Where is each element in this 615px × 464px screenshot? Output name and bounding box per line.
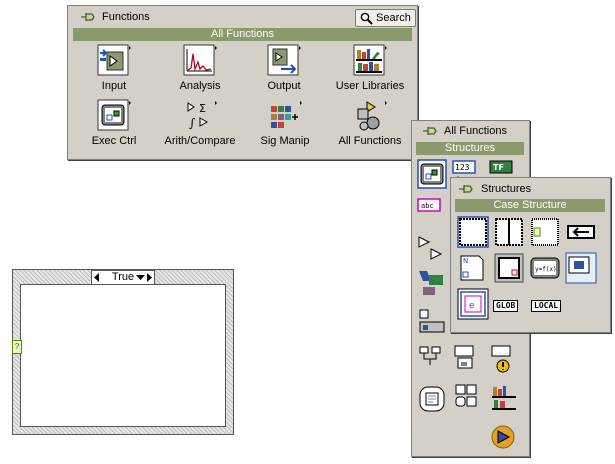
formula-node-label: y=f(x) bbox=[535, 266, 557, 273]
error-icon[interactable] bbox=[489, 343, 521, 375]
case-selector-terminal[interactable]: ? bbox=[12, 340, 22, 354]
thumbtack-icon[interactable] bbox=[458, 183, 474, 195]
while-loop-icon[interactable] bbox=[493, 252, 525, 284]
input-category[interactable]: Input bbox=[90, 44, 138, 92]
output-category[interactable]: Output bbox=[260, 44, 308, 92]
exec-ctrl-category[interactable]: Exec Ctrl bbox=[86, 99, 142, 147]
for-loop-icon[interactable]: N bbox=[457, 252, 489, 284]
case-selector[interactable]: True bbox=[91, 270, 155, 285]
sequence-structure-icon[interactable] bbox=[457, 216, 489, 248]
structures-palette: Structures Case Structure N y=f(x) e GLO… bbox=[450, 177, 611, 333]
express-icon[interactable] bbox=[489, 419, 521, 451]
mathscript-icon[interactable] bbox=[565, 252, 597, 284]
user-libraries-category[interactable]: User Libraries bbox=[334, 44, 406, 92]
communication-icon[interactable] bbox=[417, 343, 449, 375]
case-structure-band: Case Structure bbox=[455, 199, 605, 212]
string-icon[interactable]: abc bbox=[417, 196, 449, 228]
formula-node-icon[interactable]: y=f(x) bbox=[529, 252, 561, 284]
glob-label: GLOB bbox=[496, 301, 516, 310]
functions-palette: Functions Search All Functions Input Ana… bbox=[67, 5, 418, 160]
event-label: e bbox=[469, 301, 475, 311]
numeric-constant-label: 123 bbox=[455, 163, 470, 172]
event-structure-icon[interactable]: e bbox=[457, 288, 489, 320]
input-icon bbox=[97, 44, 131, 78]
structures-category-band: Structures bbox=[416, 142, 524, 155]
global-variable-icon[interactable]: GLOB bbox=[493, 300, 519, 312]
svg-text:N: N bbox=[463, 257, 468, 265]
user-libraries-icon bbox=[353, 44, 387, 78]
structures-title: Structures bbox=[481, 183, 532, 195]
all-functions-title: All Functions bbox=[444, 125, 507, 137]
exec-ctrl-label: Exec Ctrl bbox=[91, 135, 137, 147]
magnifier-icon bbox=[360, 12, 373, 25]
dropdown-arrow-icon[interactable] bbox=[136, 275, 145, 280]
structures-icon[interactable] bbox=[417, 159, 449, 191]
thumbtack-icon[interactable] bbox=[422, 125, 438, 137]
arith-compare-label: Arith/Compare bbox=[164, 135, 236, 147]
svg-text:∫: ∫ bbox=[189, 116, 196, 130]
dialog-ui-icon[interactable] bbox=[452, 343, 484, 375]
boolean-constant-label: TF bbox=[493, 163, 504, 172]
increment-arrow-icon[interactable] bbox=[147, 273, 153, 282]
shift-register-icon[interactable] bbox=[565, 216, 597, 248]
svg-text:Σ: Σ bbox=[199, 102, 206, 115]
local-label: LOCAL bbox=[534, 301, 559, 310]
all-functions-label: All Functions bbox=[338, 135, 402, 147]
output-label: Output bbox=[267, 80, 301, 92]
decrement-arrow-icon[interactable] bbox=[94, 273, 100, 282]
functions-titlebar: Functions Search bbox=[68, 6, 417, 28]
analysis-category[interactable]: Analysis bbox=[168, 44, 232, 92]
all-functions-icon bbox=[353, 99, 387, 133]
all-functions-category[interactable]: All Functions bbox=[336, 99, 404, 147]
functions-category-band: All Functions bbox=[73, 28, 412, 41]
analysis-icon bbox=[183, 44, 217, 78]
case-selector-value: True bbox=[111, 271, 135, 283]
case-structure[interactable]: True ? bbox=[12, 269, 234, 435]
user-libraries-label: User Libraries bbox=[335, 80, 405, 92]
sig-manip-category[interactable]: Sig Manip bbox=[258, 99, 312, 147]
input-label: Input bbox=[101, 80, 127, 92]
timed-loop-icon[interactable] bbox=[529, 216, 561, 248]
string-constant-label: abc bbox=[421, 202, 434, 210]
file-io-icon[interactable] bbox=[417, 304, 449, 336]
arith-compare-category[interactable]: Σ ∫ Arith/Compare bbox=[162, 99, 238, 147]
output-icon bbox=[267, 44, 301, 78]
sig-manip-icon bbox=[268, 99, 302, 133]
sync-icon[interactable] bbox=[452, 381, 484, 413]
search-label: Search bbox=[376, 12, 411, 24]
arith-compare-icon: Σ ∫ bbox=[183, 99, 217, 133]
comparison-icon[interactable] bbox=[417, 231, 449, 263]
select-vi-icon[interactable] bbox=[489, 381, 521, 413]
case-subdiagram[interactable] bbox=[20, 284, 226, 427]
instrument-io-icon[interactable] bbox=[417, 267, 449, 299]
thumbtack-icon[interactable] bbox=[80, 11, 96, 23]
sig-manip-label: Sig Manip bbox=[260, 135, 310, 147]
functions-title: Functions bbox=[102, 11, 150, 23]
analysis-label: Analysis bbox=[179, 80, 221, 92]
local-variable-icon[interactable]: LOCAL bbox=[531, 300, 562, 312]
exec-ctrl-icon bbox=[97, 99, 131, 133]
report-icon[interactable] bbox=[417, 383, 449, 415]
search-button[interactable]: Search bbox=[355, 9, 416, 27]
stacked-sequence-icon[interactable] bbox=[493, 216, 525, 248]
